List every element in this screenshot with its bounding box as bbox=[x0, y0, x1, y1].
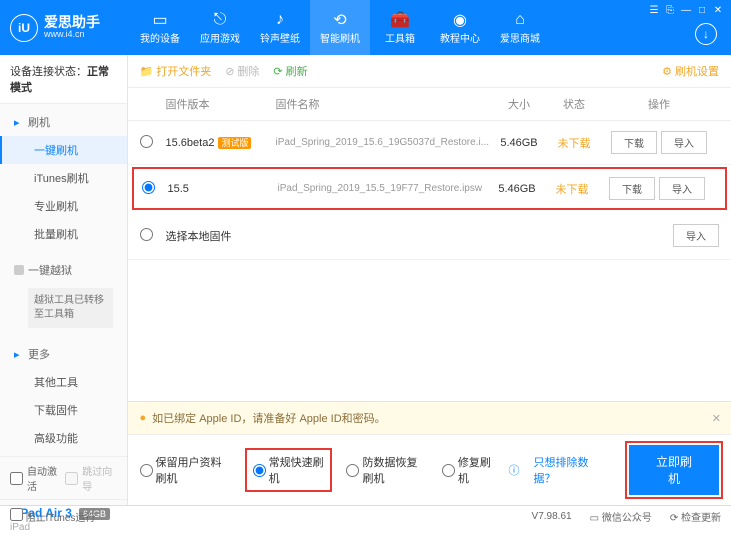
sidebar-item-batch[interactable]: 批量刷机 bbox=[0, 220, 127, 248]
delete-button: ⊘ 删除 bbox=[225, 63, 259, 79]
auto-activate-label: 自动激活 bbox=[27, 463, 61, 493]
wechat-link[interactable]: ▭ 微信公众号 bbox=[590, 509, 652, 524]
nav-flash[interactable]: ⟲智能刷机 bbox=[310, 0, 370, 55]
version: V7.98.61 bbox=[532, 511, 572, 522]
sidebar-item-oneclick[interactable]: 一键刷机 bbox=[0, 136, 127, 164]
jailbreak-note: 越狱工具已转移至工具箱 bbox=[28, 288, 113, 328]
flash-options: 保留用户资料刷机 常规快速刷机 防数据恢复刷机 修复刷机 ⓘ 只想排除数据？ 立… bbox=[128, 434, 731, 505]
import-button[interactable]: 导入 bbox=[673, 224, 719, 247]
nav-device[interactable]: ▭我的设备 bbox=[130, 0, 190, 55]
content: 📁 打开文件夹 ⊘ 删除 ⟳ 刷新 ⚙ 刷机设置 固件版本 固件名称 大小 状态… bbox=[128, 55, 731, 505]
sidebar-item-other[interactable]: 其他工具 bbox=[0, 368, 127, 396]
check-update[interactable]: ⟳ 检查更新 bbox=[670, 509, 721, 524]
sidebar-flash-head[interactable]: ▸刷机 bbox=[0, 108, 127, 136]
warning-banner: ● 如已绑定 Apple ID，请准备好 Apple ID和密码。 ✕ bbox=[128, 401, 731, 434]
open-folder-button[interactable]: 📁 打开文件夹 bbox=[140, 63, 212, 79]
local-firmware-row[interactable]: 选择本地固件 导入 bbox=[128, 212, 731, 260]
nav-ringtone[interactable]: ♪铃声壁纸 bbox=[250, 0, 310, 55]
table-row[interactable]: 15.6beta2测试版 iPad_Spring_2019_15.6_19G50… bbox=[128, 121, 731, 165]
win-menu-icon[interactable]: ☰ bbox=[647, 4, 661, 16]
nav-mall[interactable]: ⌂爱思商城 bbox=[490, 0, 550, 55]
nav-tutorial[interactable]: ◉教程中心 bbox=[430, 0, 490, 55]
local-firmware-radio[interactable] bbox=[140, 228, 153, 241]
sidebar-item-download[interactable]: 下载固件 bbox=[0, 396, 127, 424]
flash-settings-button[interactable]: ⚙ 刷机设置 bbox=[662, 63, 719, 79]
skip-guide-label: 跳过向导 bbox=[82, 463, 116, 493]
close-icon[interactable]: ✕ bbox=[711, 4, 725, 16]
sidebar-jailbreak-head[interactable]: 一键越狱 bbox=[0, 256, 127, 284]
sidebar-item-advanced[interactable]: 高级功能 bbox=[0, 424, 127, 452]
exclude-link[interactable]: 只想排除数据？ bbox=[533, 454, 600, 486]
firmware-radio[interactable] bbox=[140, 135, 153, 148]
sidebar-item-pro[interactable]: 专业刷机 bbox=[0, 192, 127, 220]
auto-activate-checkbox[interactable] bbox=[10, 472, 23, 485]
opt-repair[interactable]: 修复刷机 bbox=[442, 454, 495, 486]
download-icon[interactable]: ↓ bbox=[695, 23, 717, 45]
toolbar: 📁 打开文件夹 ⊘ 删除 ⟳ 刷新 ⚙ 刷机设置 bbox=[128, 55, 731, 88]
refresh-button[interactable]: ⟳ 刷新 bbox=[273, 63, 307, 79]
firmware-radio[interactable] bbox=[142, 181, 155, 194]
table-header: 固件版本 固件名称 大小 状态 操作 bbox=[128, 88, 731, 121]
nav: ▭我的设备 ⎋应用游戏 ♪铃声壁纸 ⟲智能刷机 🧰工具箱 ◉教程中心 ⌂爱思商城 bbox=[130, 0, 550, 55]
info-icon[interactable]: ⓘ bbox=[508, 462, 519, 478]
logo-icon: iU bbox=[10, 14, 38, 42]
nav-toolbox[interactable]: 🧰工具箱 bbox=[370, 0, 430, 55]
warning-icon: ● bbox=[140, 412, 147, 424]
sidebar: 设备连接状态：正常模式 ▸刷机 一键刷机 iTunes刷机 专业刷机 批量刷机 … bbox=[0, 55, 128, 505]
connection-status: 设备连接状态：正常模式 bbox=[0, 55, 127, 104]
import-button[interactable]: 导入 bbox=[661, 131, 707, 154]
table-row[interactable]: 15.5 iPad_Spring_2019_15.5_19F77_Restore… bbox=[132, 167, 728, 210]
logo: iU 爱思助手 www.i4.cn bbox=[10, 14, 100, 42]
sidebar-more-head[interactable]: ▸更多 bbox=[0, 340, 127, 368]
block-itunes[interactable]: 阻止iTunes运行 bbox=[10, 508, 95, 524]
nav-apps[interactable]: ⎋应用游戏 bbox=[190, 0, 250, 55]
opt-recover[interactable]: 防数据恢复刷机 bbox=[346, 454, 427, 486]
opt-normal[interactable]: 常规快速刷机 bbox=[245, 448, 333, 492]
win-lock-icon[interactable]: ⎘ bbox=[663, 4, 677, 16]
minimize-icon[interactable]: — bbox=[679, 4, 693, 16]
header: iU 爱思助手 www.i4.cn ▭我的设备 ⎋应用游戏 ♪铃声壁纸 ⟲智能刷… bbox=[0, 0, 731, 55]
app-url: www.i4.cn bbox=[44, 30, 100, 40]
lock-icon bbox=[14, 265, 24, 275]
window-controls: ☰ ⎘ — □ ✕ bbox=[647, 4, 725, 16]
maximize-icon[interactable]: □ bbox=[695, 4, 709, 16]
download-button[interactable]: 下载 bbox=[611, 131, 657, 154]
download-button[interactable]: 下载 bbox=[609, 177, 655, 200]
opt-keep[interactable]: 保留用户资料刷机 bbox=[140, 454, 231, 486]
sidebar-item-itunes[interactable]: iTunes刷机 bbox=[0, 164, 127, 192]
close-icon[interactable]: ✕ bbox=[712, 412, 721, 425]
flash-now-button[interactable]: 立即刷机 bbox=[629, 445, 719, 495]
skip-guide-checkbox bbox=[65, 472, 78, 485]
app-name: 爱思助手 bbox=[44, 15, 100, 30]
import-button[interactable]: 导入 bbox=[659, 177, 705, 200]
beta-tag: 测试版 bbox=[218, 137, 251, 149]
